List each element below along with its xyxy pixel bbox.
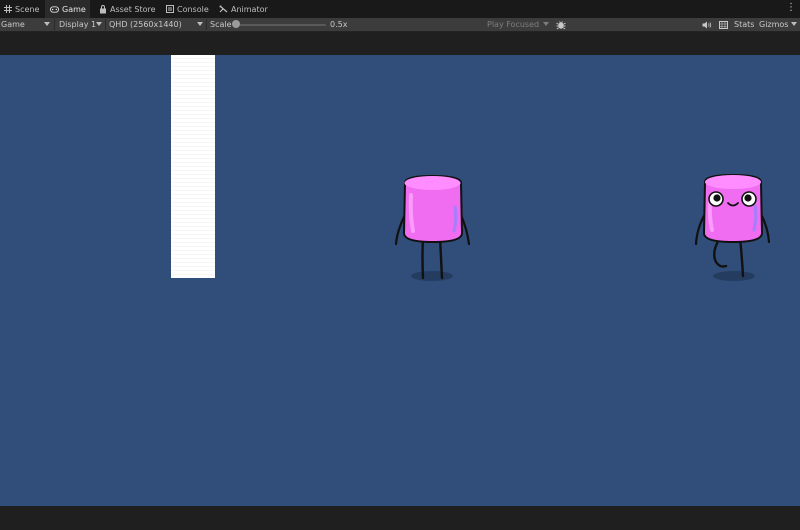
- chevron-down-icon: [197, 22, 203, 26]
- audio-mute-icon[interactable]: [702, 18, 712, 31]
- bug-icon[interactable]: [556, 18, 566, 31]
- tab-console[interactable]: Console: [165, 0, 209, 18]
- tab-label: Asset Store: [110, 4, 156, 14]
- tab-scene[interactable]: Scene: [3, 0, 39, 18]
- game-view-dropdown[interactable]: Game: [1, 18, 52, 31]
- marshmallow-character-back: [394, 174, 471, 281]
- tab-label: Console: [177, 4, 209, 14]
- dropdown-label: Game: [1, 20, 25, 29]
- white-pillar-sprite: [171, 55, 215, 278]
- chevron-down-icon: [96, 22, 102, 26]
- stats-toggle[interactable]: Stats: [734, 18, 754, 31]
- marshmallow-character-front: [694, 173, 771, 281]
- game-viewport[interactable]: [0, 55, 800, 506]
- dropdown-label: Display 1: [59, 20, 97, 29]
- more-options-icon[interactable]: ⋮: [786, 3, 796, 13]
- tab-label: Game: [62, 4, 86, 14]
- scene-grid-icon: [3, 5, 12, 14]
- editor-tab-bar: Scene Game Asset Store Console Animator …: [0, 0, 800, 19]
- gizmos-toggle[interactable]: Gizmos: [759, 18, 788, 31]
- dropdown-label: Play Focused: [487, 20, 540, 29]
- lock-bag-icon: [98, 4, 107, 14]
- play-mode-dropdown[interactable]: Play Focused: [487, 18, 551, 31]
- dropdown-label: QHD (2560x1440): [109, 20, 182, 29]
- tab-label: Scene: [15, 4, 40, 14]
- scale-label: Scale: [210, 20, 232, 29]
- scale-slider-track[interactable]: [236, 24, 326, 26]
- resolution-dropdown[interactable]: QHD (2560x1440): [109, 18, 205, 31]
- display-dropdown[interactable]: Display 1: [59, 18, 104, 31]
- divider: [206, 19, 207, 30]
- game-view-toolbar: Game Display 1 QHD (2560x1440) Scale 0.5…: [0, 18, 800, 32]
- divider: [54, 19, 55, 30]
- letterbox-top: [0, 32, 800, 55]
- scale-value: 0.5x: [330, 20, 348, 29]
- console-icon: [165, 5, 174, 14]
- letterbox-bottom: [0, 506, 800, 530]
- tab-asset-store[interactable]: Asset Store: [98, 0, 156, 18]
- divider: [105, 19, 106, 30]
- tab-game[interactable]: Game: [45, 0, 90, 18]
- grid-overlay-icon[interactable]: [719, 18, 728, 31]
- tab-animator[interactable]: Animator: [219, 0, 268, 18]
- gizmos-chevron-down-icon[interactable]: [791, 22, 797, 26]
- scale-slider-handle[interactable]: [232, 20, 240, 28]
- gamepad-icon: [50, 5, 59, 14]
- chevron-down-icon: [543, 22, 549, 26]
- chevron-down-icon: [44, 22, 50, 26]
- tab-label: Animator: [231, 4, 268, 14]
- animator-icon: [219, 5, 228, 14]
